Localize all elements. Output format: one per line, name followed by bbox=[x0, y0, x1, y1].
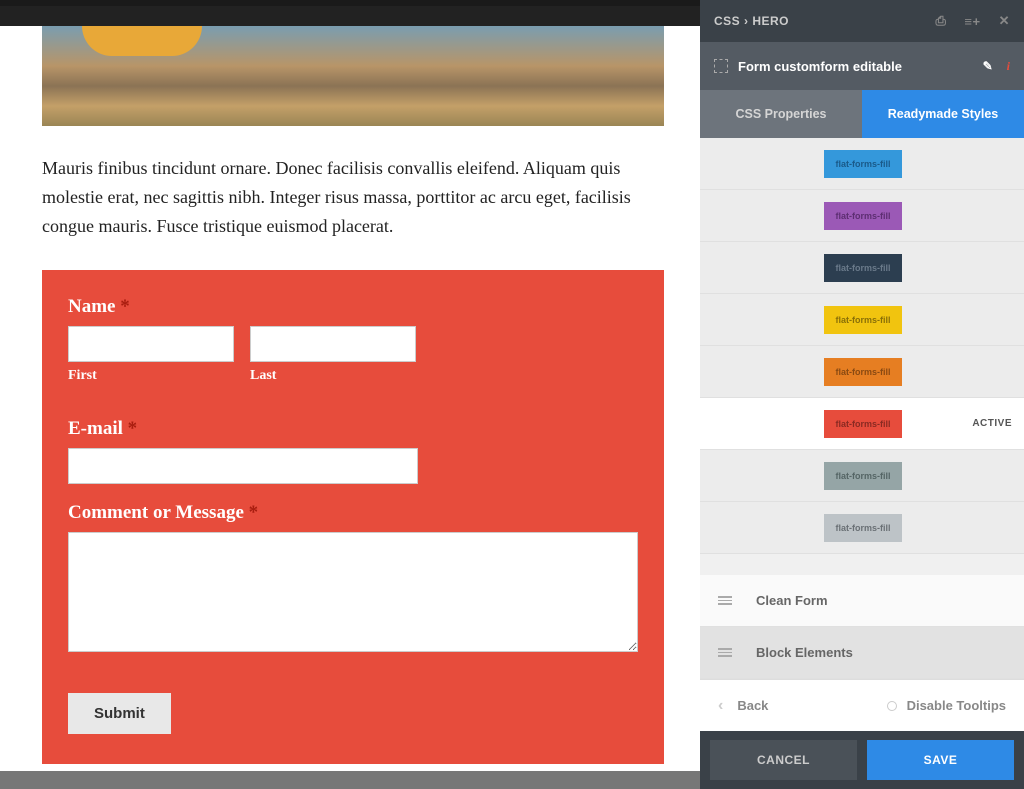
style-swatch: flat-forms-fill bbox=[824, 462, 902, 490]
body-paragraph: Mauris finibus tincidunt ornare. Donec f… bbox=[42, 154, 658, 240]
style-swatch: flat-forms-fill bbox=[824, 358, 902, 386]
tool-icon-2[interactable]: ≡+ bbox=[964, 14, 980, 29]
style-row-3[interactable]: flat-forms-fill bbox=[700, 294, 1024, 346]
block-elements-label: Block Elements bbox=[756, 645, 853, 660]
message-label: Comment or Message * bbox=[68, 502, 638, 524]
last-sublabel: Last bbox=[250, 368, 416, 384]
message-textarea[interactable] bbox=[68, 532, 638, 652]
tab-readymade-styles[interactable]: Readymade Styles bbox=[862, 90, 1024, 138]
tooltip-toggle-icon[interactable] bbox=[887, 701, 897, 711]
required-mark: * bbox=[128, 418, 138, 439]
section-block-elements[interactable]: Block Elements bbox=[700, 627, 1024, 679]
disable-tooltips-label[interactable]: Disable Tooltips bbox=[907, 698, 1006, 713]
clean-form-label: Clean Form bbox=[756, 593, 828, 608]
submit-button[interactable]: Submit bbox=[68, 693, 171, 734]
style-swatch: flat-forms-fill bbox=[824, 306, 902, 334]
wand-icon[interactable]: ✎ bbox=[983, 59, 993, 73]
email-label-text: E-mail bbox=[68, 418, 123, 439]
burger-icon bbox=[718, 648, 732, 657]
style-swatch: flat-forms-fill bbox=[824, 410, 902, 438]
style-swatch: flat-forms-fill bbox=[824, 150, 902, 178]
panel-brand: CSS › HERO bbox=[714, 14, 789, 28]
selector-text: Form customform editable bbox=[738, 59, 902, 74]
name-label-text: Name bbox=[68, 296, 115, 317]
selector-box-icon bbox=[714, 59, 728, 73]
message-group: Comment or Message * bbox=[68, 502, 638, 657]
last-col: Last bbox=[250, 326, 416, 400]
panel-tabs: CSS Properties Readymade Styles bbox=[700, 90, 1024, 138]
required-mark: * bbox=[249, 502, 259, 523]
info-icon[interactable]: i bbox=[1007, 59, 1010, 74]
styles-list: flat-forms-fillflat-forms-fillflat-forms… bbox=[700, 138, 1024, 575]
css-hero-panel: CSS › HERO ⎙ ≡+ ✕ Form customform editab… bbox=[700, 0, 1024, 789]
name-row: First Last bbox=[68, 326, 638, 400]
style-swatch: flat-forms-fill bbox=[824, 514, 902, 542]
email-label: E-mail * bbox=[68, 418, 638, 440]
style-row-7[interactable]: flat-forms-fill bbox=[700, 502, 1024, 554]
dark-strip bbox=[0, 6, 700, 26]
tool-icon-1[interactable]: ⎙ bbox=[936, 13, 947, 29]
style-row-5[interactable]: flat-forms-fill ACTIVE bbox=[700, 398, 1024, 450]
save-button[interactable]: SAVE bbox=[867, 740, 1014, 780]
style-row-4[interactable]: flat-forms-fill bbox=[700, 346, 1024, 398]
first-sublabel: First bbox=[68, 368, 234, 384]
close-icon[interactable]: ✕ bbox=[999, 13, 1010, 29]
style-swatch: flat-forms-fill bbox=[824, 254, 902, 282]
section-clean-form[interactable]: Clean Form bbox=[700, 575, 1024, 627]
burger-icon bbox=[718, 596, 732, 605]
tab-css-properties[interactable]: CSS Properties bbox=[700, 90, 862, 138]
panel-footer: CANCEL SAVE bbox=[700, 731, 1024, 789]
panel-header: CSS › HERO ⎙ ≡+ ✕ bbox=[700, 0, 1024, 42]
name-group: Name * First Last bbox=[68, 296, 638, 400]
main-content: Mauris finibus tincidunt ornare. Donec f… bbox=[0, 0, 700, 789]
last-name-input[interactable] bbox=[250, 326, 416, 362]
cancel-button[interactable]: CANCEL bbox=[710, 740, 857, 780]
first-col: First bbox=[68, 326, 234, 400]
style-row-0[interactable]: flat-forms-fill bbox=[700, 138, 1024, 190]
selector-bar: Form customform editable ✎ i bbox=[700, 42, 1024, 90]
message-label-text: Comment or Message bbox=[68, 502, 244, 523]
email-input[interactable] bbox=[68, 448, 418, 484]
first-name-input[interactable] bbox=[68, 326, 234, 362]
chevron-left-icon[interactable]: ‹ bbox=[718, 697, 723, 715]
style-row-1[interactable]: flat-forms-fill bbox=[700, 190, 1024, 242]
required-mark: * bbox=[120, 296, 130, 317]
name-label: Name * bbox=[68, 296, 638, 318]
contact-form: Name * First Last E-mail * Comment bbox=[42, 270, 664, 764]
style-swatch: flat-forms-fill bbox=[824, 202, 902, 230]
email-group: E-mail * bbox=[68, 418, 638, 484]
page-body: Mauris finibus tincidunt ornare. Donec f… bbox=[0, 26, 700, 764]
back-row: ‹ Back Disable Tooltips bbox=[700, 679, 1024, 731]
bottom-strip bbox=[0, 771, 700, 789]
back-label[interactable]: Back bbox=[737, 698, 768, 713]
active-badge: ACTIVE bbox=[972, 418, 1012, 429]
hero-image bbox=[42, 26, 664, 126]
style-row-6[interactable]: flat-forms-fill bbox=[700, 450, 1024, 502]
style-row-2[interactable]: flat-forms-fill bbox=[700, 242, 1024, 294]
